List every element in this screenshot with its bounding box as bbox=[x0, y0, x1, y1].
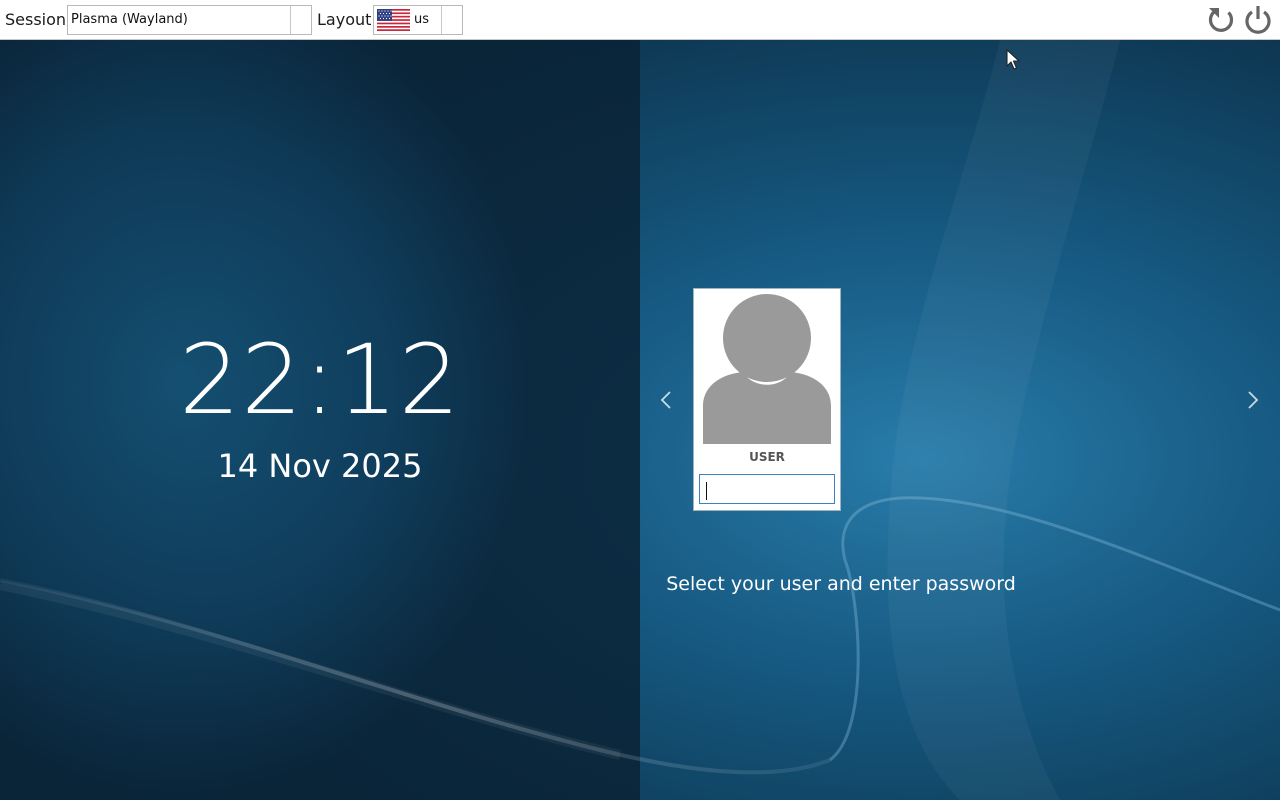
power-icon[interactable] bbox=[1242, 4, 1274, 36]
session-value: Plasma (Wayland) bbox=[71, 12, 188, 27]
session-dropdown[interactable]: Plasma (Wayland) bbox=[67, 5, 312, 35]
layout-label: Layout bbox=[317, 10, 372, 29]
login-screen: Session Plasma (Wayland) Layout us 22:12… bbox=[0, 0, 1280, 800]
login-prompt: Select your user and enter password bbox=[666, 573, 1016, 595]
clock-date: 14 Nov 2025 bbox=[217, 447, 423, 485]
user-name: USER bbox=[749, 450, 785, 464]
next-user-arrow-icon[interactable] bbox=[1243, 388, 1263, 412]
clock-time: 22:12 bbox=[179, 324, 461, 436]
session-dropdown-button[interactable] bbox=[290, 6, 311, 34]
text-caret bbox=[706, 482, 707, 500]
layout-dropdown-button[interactable] bbox=[441, 6, 462, 34]
user-card[interactable]: USER bbox=[693, 288, 841, 511]
user-avatar-icon bbox=[703, 294, 831, 444]
layout-value: us bbox=[414, 12, 430, 27]
reboot-icon[interactable] bbox=[1205, 4, 1237, 36]
password-input[interactable] bbox=[699, 474, 835, 504]
mouse-pointer-icon bbox=[1006, 49, 1020, 70]
session-label: Session bbox=[5, 10, 67, 29]
top-bar: Session Plasma (Wayland) Layout us bbox=[0, 0, 1280, 40]
us-flag-icon bbox=[377, 9, 410, 31]
previous-user-arrow-icon[interactable] bbox=[656, 388, 676, 412]
layout-dropdown[interactable]: us bbox=[373, 5, 463, 35]
